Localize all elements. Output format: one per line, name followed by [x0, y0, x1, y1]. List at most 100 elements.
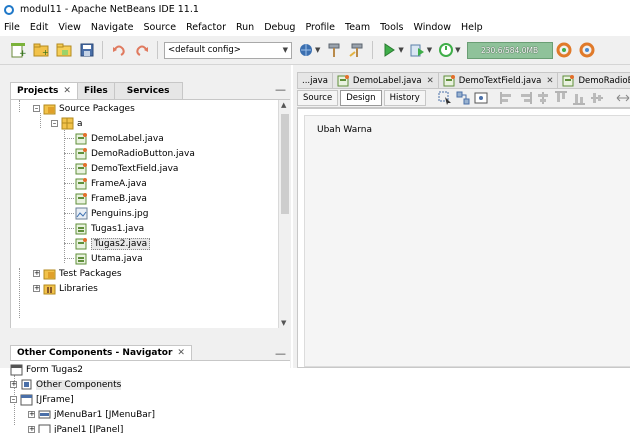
expand-icon[interactable]: +	[10, 381, 17, 388]
editor-tab[interactable]: DemoTextField.java ✕	[438, 72, 559, 88]
tree-item[interactable]: DemoTextField.java	[75, 161, 178, 176]
debug-icon[interactable]	[408, 41, 427, 60]
tab-projects-label: Projects	[17, 86, 58, 96]
menu-source[interactable]: Source	[138, 19, 181, 36]
form-panel[interactable]: Ubah Warna	[304, 115, 630, 367]
close-icon[interactable]: ✕	[177, 348, 185, 358]
menu-debug[interactable]: Debug	[259, 19, 300, 36]
tree-item[interactable]: + Libraries	[33, 281, 98, 296]
collapse-icon[interactable]: –	[51, 120, 58, 127]
tab-services[interactable]: Services	[114, 82, 183, 99]
globe-icon[interactable]	[296, 41, 315, 60]
tab-projects[interactable]: Projects ✕	[10, 82, 78, 99]
hammer-icon[interactable]	[324, 41, 343, 60]
editor-tab[interactable]: DemoRadioB	[557, 72, 630, 88]
center-horizontal-icon[interactable]	[536, 89, 550, 108]
redo-icon[interactable]	[132, 41, 151, 60]
expand-icon[interactable]: +	[28, 426, 35, 433]
save-all-icon[interactable]	[77, 41, 96, 60]
library-folder-icon	[43, 282, 56, 295]
menu-view[interactable]: View	[53, 19, 86, 36]
chevron-down-icon[interactable]: ▼	[315, 46, 320, 54]
navigator-item[interactable]: Form Tugas2	[10, 362, 83, 377]
align-top-icon[interactable]	[554, 89, 568, 108]
tree-item[interactable]: DemoRadioButton.java	[75, 146, 195, 161]
minimize-icon[interactable]: —	[275, 83, 286, 96]
java-form-icon	[75, 132, 88, 145]
navigator-item[interactable]: + Other Components	[10, 377, 121, 392]
align-left-icon[interactable]	[500, 89, 514, 108]
expand-icon[interactable]: +	[28, 411, 35, 418]
java-form-icon	[562, 74, 575, 87]
menu-profile[interactable]: Profile	[300, 19, 340, 36]
editor-tab[interactable]: ...java	[297, 72, 333, 88]
menu-navigate[interactable]: Navigate	[86, 19, 139, 36]
project-tree-scrollbar[interactable]: ▲ ▼	[278, 100, 291, 328]
preview-design-icon[interactable]	[474, 89, 488, 108]
collapse-icon[interactable]: –	[33, 105, 40, 112]
main-toolbar: + + <default config> ▼ ▼ ▼ ▼ ▼ 230.6/584…	[0, 36, 630, 65]
menu-help[interactable]: Help	[456, 19, 488, 36]
menu-tools[interactable]: Tools	[375, 19, 408, 36]
resize-horizontal-icon[interactable]	[616, 89, 630, 108]
view-design-button[interactable]: Design	[340, 90, 381, 106]
align-bottom-icon[interactable]	[572, 89, 586, 108]
tree-item[interactable]: Utama.java	[75, 251, 143, 266]
clean-build-icon[interactable]	[347, 41, 366, 60]
toolbar-separator	[157, 41, 158, 59]
undo-icon[interactable]	[109, 41, 128, 60]
view-history-button[interactable]: History	[384, 90, 426, 106]
close-icon[interactable]: ✕	[427, 76, 434, 86]
close-icon[interactable]: ✕	[546, 76, 553, 86]
close-icon[interactable]: ✕	[63, 86, 71, 96]
scroll-up-icon[interactable]: ▲	[281, 101, 286, 109]
navigator-item[interactable]: + jMenuBar1 [JMenuBar]	[28, 407, 155, 422]
new-project-icon[interactable]: +	[31, 41, 50, 60]
expand-icon[interactable]: +	[33, 270, 40, 277]
expand-icon[interactable]: +	[33, 285, 40, 292]
collapse-icon[interactable]: –	[10, 396, 17, 403]
menu-window[interactable]: Window	[409, 19, 456, 36]
config-dropdown[interactable]: <default config> ▼	[164, 42, 292, 59]
center-vertical-icon[interactable]	[590, 89, 604, 108]
chevron-down-icon[interactable]: ▼	[427, 46, 432, 54]
editor-tab[interactable]: DemoLabel.java ✕	[332, 72, 439, 88]
navigator-item[interactable]: – [JFrame]	[10, 392, 74, 407]
profiler-icon[interactable]	[578, 41, 597, 60]
scrollbar-thumb[interactable]	[281, 114, 289, 214]
tree-item[interactable]: – Source Packages	[33, 101, 135, 116]
tree-item[interactable]: Tugas1.java	[75, 221, 144, 236]
run-icon[interactable]	[379, 41, 398, 60]
navigator-item[interactable]: + jPanel1 [JPanel]	[28, 422, 123, 433]
navigator-tab[interactable]: Other Components - Navigator ✕	[10, 345, 192, 360]
chevron-down-icon[interactable]: ▼	[455, 46, 460, 54]
tree-item-selected[interactable]: Tugas2.java	[75, 236, 150, 251]
memory-indicator[interactable]: 230.6/584.0MB	[467, 42, 553, 59]
menu-team[interactable]: Team	[340, 19, 375, 36]
menu-run[interactable]: Run	[231, 19, 259, 36]
tab-files[interactable]: Files	[77, 82, 115, 99]
tree-item[interactable]: FrameB.java	[75, 191, 147, 206]
menu-edit[interactable]: Edit	[25, 19, 53, 36]
chevron-down-icon[interactable]: ▼	[398, 46, 403, 54]
open-project-icon[interactable]	[54, 41, 73, 60]
tree-item[interactable]: + Test Packages	[33, 266, 122, 281]
navigator-item-label: [JFrame]	[36, 395, 74, 405]
view-source-button[interactable]: Source	[297, 90, 338, 106]
connection-mode-icon[interactable]	[456, 89, 470, 108]
align-right-icon[interactable]	[518, 89, 532, 108]
tree-item[interactable]: DemoLabel.java	[75, 131, 164, 146]
minimize-icon[interactable]: —	[275, 347, 286, 360]
tree-item[interactable]: – a	[51, 116, 83, 131]
selection-mode-icon[interactable]	[438, 89, 452, 108]
profile-icon[interactable]	[436, 41, 455, 60]
form-canvas[interactable]: Ubah Warna	[297, 108, 630, 368]
new-file-icon[interactable]: +	[8, 41, 27, 60]
menu-file[interactable]: File	[0, 19, 25, 36]
scroll-down-icon[interactable]: ▼	[281, 319, 286, 327]
tree-item[interactable]: Penguins.jpg	[75, 206, 148, 221]
form-label[interactable]: Ubah Warna	[317, 125, 372, 135]
tree-item[interactable]: FrameA.java	[75, 176, 147, 191]
menu-refactor[interactable]: Refactor	[181, 19, 231, 36]
gc-icon[interactable]	[555, 41, 574, 60]
